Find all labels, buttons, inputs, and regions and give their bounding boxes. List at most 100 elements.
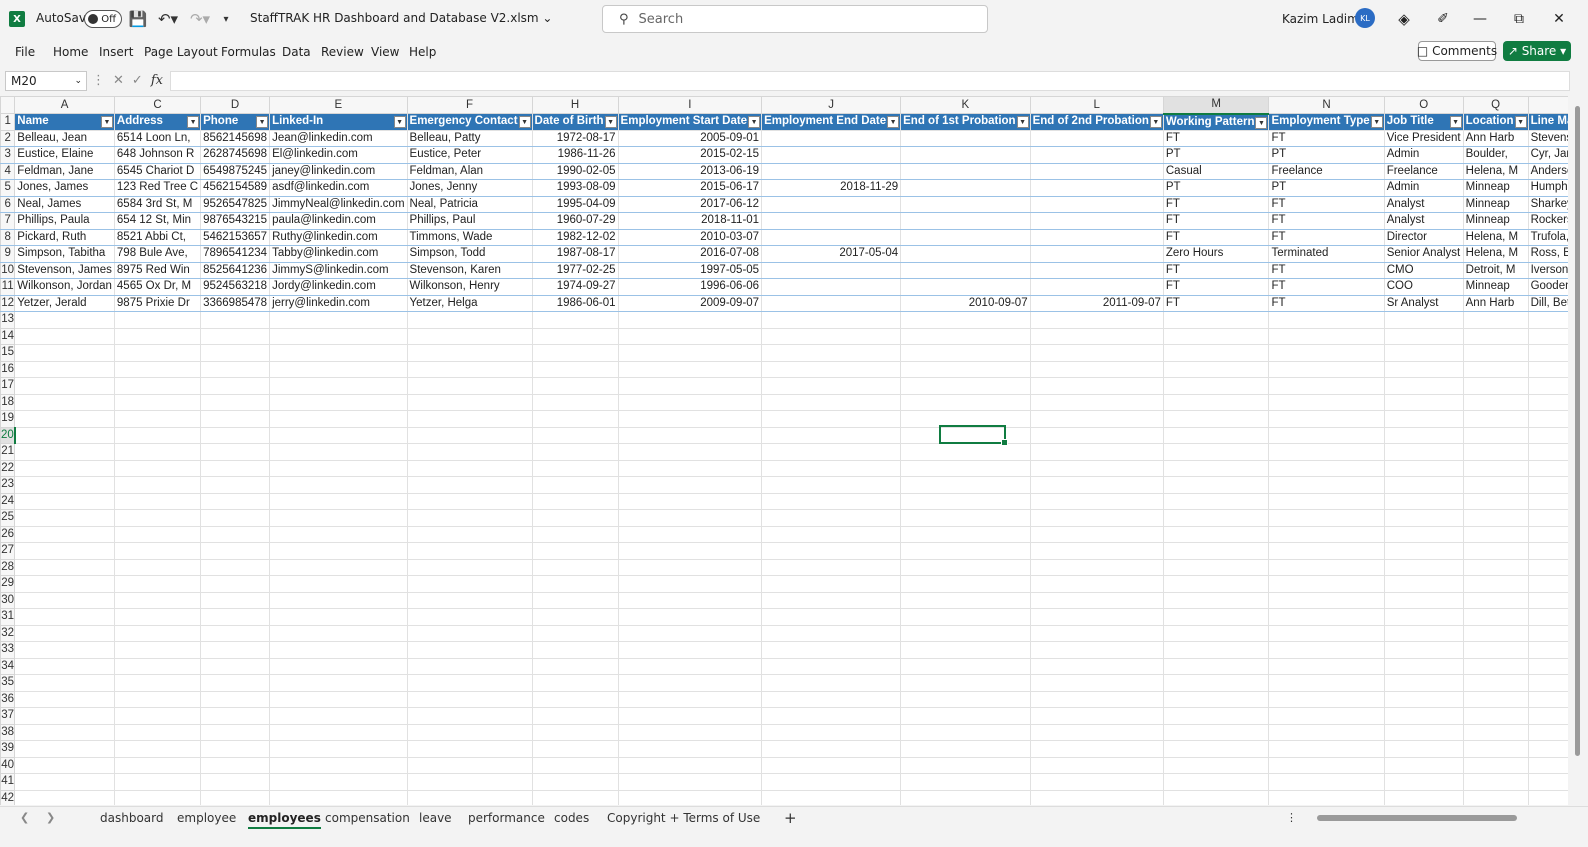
- more-icon[interactable]: ⋮: [92, 73, 105, 88]
- table-cell[interactable]: 1960-07-29: [531, 212, 619, 230]
- table-cell[interactable]: [617, 740, 763, 758]
- table-cell[interactable]: [1383, 575, 1464, 593]
- table-cell[interactable]: [200, 459, 271, 477]
- table-cell[interactable]: [617, 707, 763, 725]
- table-cell[interactable]: [1527, 723, 1568, 741]
- table-cell[interactable]: [1268, 740, 1385, 758]
- table-cell[interactable]: [900, 129, 1031, 147]
- table-cell[interactable]: [1162, 723, 1270, 741]
- table-cell[interactable]: [617, 327, 763, 345]
- table-cell[interactable]: 2015-06-17: [617, 179, 763, 197]
- table-cell[interactable]: [531, 509, 619, 527]
- table-cell[interactable]: [1527, 542, 1568, 560]
- table-cell[interactable]: Stevenson, James: [1527, 129, 1568, 147]
- table-cell[interactable]: [1527, 459, 1568, 477]
- row-header[interactable]: 16: [0, 360, 16, 378]
- row-header[interactable]: 34: [0, 657, 16, 675]
- table-cell[interactable]: [269, 641, 408, 659]
- table-cell[interactable]: [1383, 674, 1464, 692]
- filter-dropdown-icon[interactable]: ▼: [604, 116, 617, 128]
- table-cell[interactable]: [1268, 492, 1385, 510]
- table-cell[interactable]: Wilkonson, Jordan: [14, 278, 115, 296]
- table-cell[interactable]: [1162, 509, 1270, 527]
- table-cell[interactable]: [113, 591, 202, 609]
- table-cell[interactable]: [1462, 542, 1529, 560]
- filter-dropdown-icon[interactable]: ▼: [1016, 116, 1029, 128]
- table-cell[interactable]: 2005-09-01: [617, 129, 763, 147]
- table-cell[interactable]: FT: [1162, 278, 1270, 296]
- table-cell[interactable]: Casual: [1162, 162, 1270, 180]
- table-cell[interactable]: [113, 492, 202, 510]
- table-cell[interactable]: [200, 426, 271, 444]
- table-cell[interactable]: [761, 360, 902, 378]
- table-cell[interactable]: [14, 674, 115, 692]
- row-header[interactable]: 7: [0, 212, 16, 230]
- table-cell[interactable]: [761, 294, 902, 312]
- menu-help[interactable]: Help: [409, 45, 436, 59]
- table-cell[interactable]: [1268, 525, 1385, 543]
- column-header[interactable]: F: [406, 96, 533, 114]
- table-cell[interactable]: 9524563218: [200, 278, 271, 296]
- table-cell[interactable]: 1990-02-05: [531, 162, 619, 180]
- table-cell[interactable]: [900, 278, 1031, 296]
- table-cell[interactable]: [14, 690, 115, 708]
- column-header[interactable]: E: [269, 96, 408, 114]
- table-cell[interactable]: [1029, 278, 1164, 296]
- table-cell[interactable]: Cyr, James: [1527, 146, 1568, 164]
- table-cell[interactable]: FT: [1162, 129, 1270, 147]
- row-header[interactable]: 1: [0, 113, 16, 131]
- table-cell[interactable]: [200, 476, 271, 494]
- table-cell[interactable]: [269, 707, 408, 725]
- table-cell[interactable]: Boulder,: [1462, 146, 1529, 164]
- row-header[interactable]: 39: [0, 740, 16, 758]
- table-cell[interactable]: [113, 608, 202, 626]
- table-cell[interactable]: [531, 591, 619, 609]
- table-cell[interactable]: Jordy@linkedin.com: [269, 278, 408, 296]
- table-cell[interactable]: Simpson, Todd: [406, 245, 533, 263]
- table-cell[interactable]: [1462, 443, 1529, 461]
- table-cell[interactable]: [14, 641, 115, 659]
- table-cell[interactable]: 6549875245: [200, 162, 271, 180]
- table-cell[interactable]: [761, 212, 902, 230]
- table-cell[interactable]: [531, 492, 619, 510]
- table-cell[interactable]: [761, 327, 902, 345]
- table-cell[interactable]: [113, 426, 202, 444]
- table-cell[interactable]: [617, 591, 763, 609]
- table-cell[interactable]: [269, 624, 408, 642]
- table-cell[interactable]: [900, 641, 1031, 659]
- table-cell[interactable]: [200, 657, 271, 675]
- table-cell[interactable]: [269, 525, 408, 543]
- table-cell[interactable]: [269, 344, 408, 362]
- table-cell[interactable]: [1029, 443, 1164, 461]
- table-cell[interactable]: [1527, 591, 1568, 609]
- row-header[interactable]: 33: [0, 641, 16, 659]
- table-cell[interactable]: [531, 344, 619, 362]
- table-cell[interactable]: Freelance: [1268, 162, 1385, 180]
- table-cell[interactable]: [200, 789, 271, 805]
- table-cell[interactable]: [1162, 756, 1270, 774]
- table-cell[interactable]: [1268, 344, 1385, 362]
- table-cell[interactable]: Helena, M: [1462, 228, 1529, 246]
- table-cell[interactable]: [617, 459, 763, 477]
- table-cell[interactable]: [900, 542, 1031, 560]
- table-cell[interactable]: [1383, 558, 1464, 576]
- table-cell[interactable]: [1383, 344, 1464, 362]
- table-cell[interactable]: Eustice, Peter: [406, 146, 533, 164]
- table-cell[interactable]: 9875 Prixie Dr: [113, 294, 202, 312]
- table-cell[interactable]: [200, 311, 271, 329]
- menu-data[interactable]: Data: [282, 45, 311, 59]
- table-cell[interactable]: 1995-04-09: [531, 195, 619, 213]
- table-cell[interactable]: [531, 377, 619, 395]
- table-cell[interactable]: Minneap: [1462, 212, 1529, 230]
- table-cell[interactable]: [761, 228, 902, 246]
- table-cell[interactable]: [1268, 608, 1385, 626]
- table-cell[interactable]: FT: [1268, 195, 1385, 213]
- table-cell[interactable]: [1162, 410, 1270, 428]
- table-cell[interactable]: [1268, 459, 1385, 477]
- filter-dropdown-icon[interactable]: ▼: [100, 116, 113, 128]
- table-cell[interactable]: Vice President: [1383, 129, 1464, 147]
- table-cell[interactable]: Zero Hours: [1162, 245, 1270, 263]
- table-cell[interactable]: [900, 657, 1031, 675]
- table-cell[interactable]: 123 Red Tree C: [113, 179, 202, 197]
- table-cell[interactable]: [113, 657, 202, 675]
